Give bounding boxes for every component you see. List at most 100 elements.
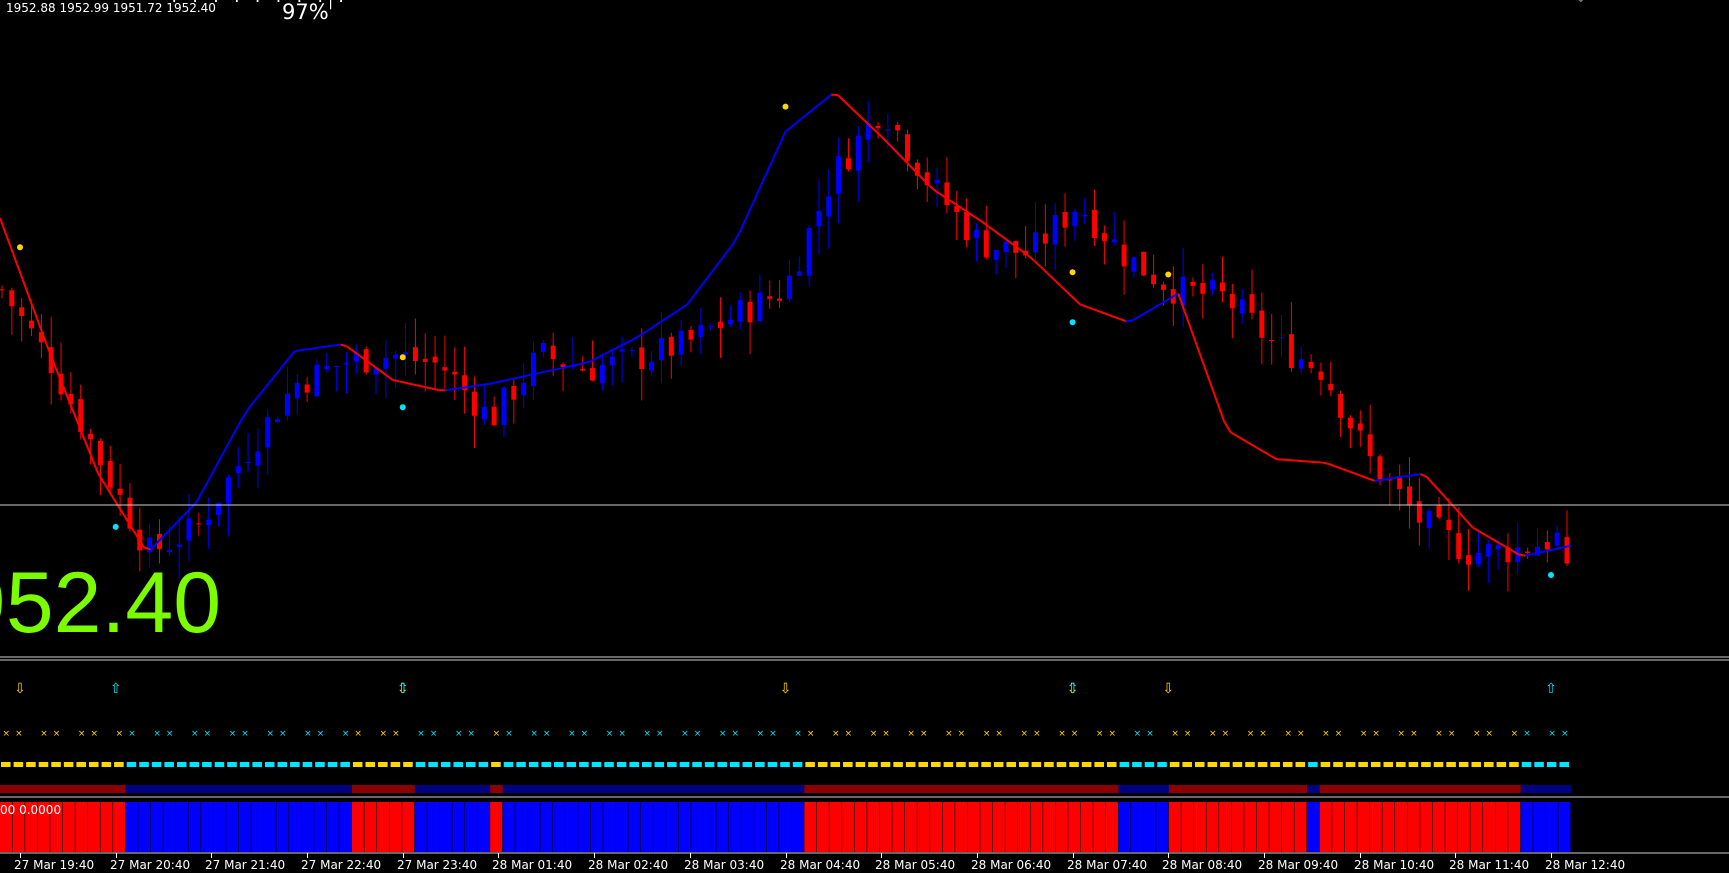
histogram-bar [842,802,855,852]
x-tick-label: 27 Mar 19:40 [14,858,95,872]
moving-average-segment [458,386,465,390]
band-cell [1269,785,1283,793]
square-marker [126,762,137,767]
square-marker [415,762,426,767]
candle-body [501,387,507,426]
x-tick-label: 27 Mar 21:40 [205,858,286,872]
candle-body [1121,244,1127,267]
cross-marker: × [1473,729,1481,739]
band-cell [12,785,26,793]
candle-body [1308,361,1314,368]
histogram-bar [716,802,729,852]
cross-marker: × [643,729,651,739]
histogram-bar [1256,802,1269,852]
candle-body [816,211,822,227]
cross-marker: × [995,729,1003,739]
histogram-bar [904,802,917,852]
candle-body [491,406,497,426]
histogram-bar [754,802,767,852]
square-marker [1194,762,1205,767]
cross-marker: × [128,729,136,739]
moving-average-segment [562,365,570,369]
histogram-bar [628,802,641,852]
band-cell [50,785,64,793]
square-marker [51,762,61,767]
histogram-bar [967,802,980,852]
cross-marker: × [757,729,765,739]
candle-body [944,182,950,206]
sell-signal-dot [1165,271,1172,278]
histogram-bar [238,802,251,852]
down-arrow-icon: ⇩ [1162,681,1174,697]
square-marker [1056,762,1067,767]
candle-body [1407,486,1413,506]
square-marker [616,762,627,767]
moving-average-segment [300,348,308,352]
square-marker [1471,762,1482,767]
candle-body [107,461,113,488]
histogram-bar [502,802,515,852]
moving-average-segment [320,345,328,349]
candle-body [658,337,664,361]
square-marker [239,762,250,767]
x-tick-label: 27 Mar 22:40 [301,858,382,872]
cross-marker: × [1134,729,1142,739]
band-cell [1256,785,1270,793]
band-cell [1508,785,1522,793]
histogram-bar [439,802,452,852]
band-cell [1395,785,1409,793]
histogram-bar [578,802,591,852]
candle-body [304,384,310,393]
cross-marker: × [78,729,86,739]
square-marker [981,762,991,767]
square-marker [993,762,1004,767]
square-marker [1370,762,1381,767]
square-marker [1320,762,1331,767]
candle-body [1426,510,1432,529]
moving-average-segment [1524,553,1532,557]
histogram-bar [980,802,993,852]
candle-body [1318,371,1324,380]
candle-body [895,124,901,131]
histogram-bar [590,802,603,852]
square-marker [1295,762,1306,767]
moving-average-segment [510,376,518,381]
histogram-bar [1357,802,1370,852]
moving-average-segment [1557,546,1565,550]
square-marker [1534,762,1544,767]
histogram-bar [565,802,578,852]
cross-marker: × [304,729,312,739]
cross-marker: × [1184,729,1192,739]
histogram-bar [276,802,289,852]
square-marker [13,762,24,767]
histogram-bar [1193,802,1206,852]
chevron-down-icon[interactable]: ⌄ [1575,0,1587,6]
square-marker [478,762,489,767]
band-cell [1332,785,1346,793]
histogram-bar [515,802,528,852]
histogram-bar [1344,802,1357,852]
histogram-bar [1231,802,1244,852]
histogram-bar [1520,802,1533,852]
histogram-bar [653,802,666,852]
band-cell [741,785,755,793]
cross-marker: × [266,729,274,739]
moving-average-segment [575,362,583,366]
band-cell [289,785,303,793]
square-marker [302,762,313,767]
band-cell [540,785,554,793]
square-marker [805,762,815,767]
candle-body [678,330,684,355]
candle-body [166,549,172,553]
cross-marker: × [430,729,438,739]
x-tick-label: 28 Mar 05:40 [875,858,956,872]
histogram-bar [1508,802,1521,852]
candle-body [1357,423,1363,431]
square-marker [1144,762,1155,767]
histogram-bar [1005,802,1018,852]
square-marker [1484,762,1494,767]
band-cell [615,785,629,793]
band-cell [389,785,403,793]
candle-body [619,349,625,352]
chart-canvas[interactable]: ⇩ ⇧ ⇩⇧ ⇩ ⇩⇧ ⇩ ⇧× × × × × × × × × × × × × × × × × × × × × × × × × × × × × × ×… [0,0,1729,873]
